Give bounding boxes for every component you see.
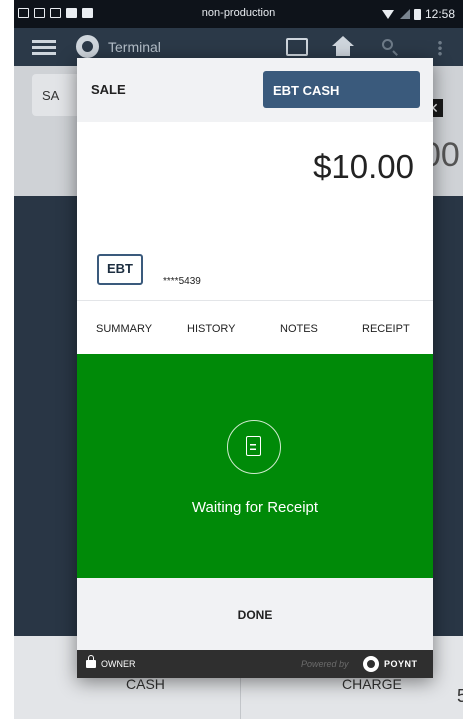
receipt-icon: [227, 420, 281, 474]
receipt-document-icon: [246, 436, 261, 456]
tab-notes[interactable]: NOTES: [280, 323, 318, 335]
status-bar: non-production 12:58: [14, 0, 463, 28]
status-panel: Waiting for Receipt: [77, 354, 433, 578]
powered-by-label: Powered by: [301, 659, 349, 669]
dialog-header: SALE EBT CASH: [77, 58, 433, 122]
lock-icon: [86, 655, 96, 668]
wifi-icon: [381, 9, 394, 19]
dialog-footer: OWNER Powered by POYNT: [77, 650, 433, 678]
poynt-logo-icon: [76, 35, 99, 58]
done-button[interactable]: DONE: [77, 578, 433, 650]
device-screen: non-production 12:58 Terminal SA ✕ 00 CA…: [14, 0, 463, 719]
masked-card-number: ****5439: [163, 276, 201, 287]
search-icon[interactable]: [382, 39, 393, 50]
background-corner-digit: 5: [456, 686, 463, 706]
tab-history[interactable]: HISTORY: [187, 323, 236, 335]
background-cash-button: CASH: [126, 676, 165, 692]
status-message: Waiting for Receipt: [191, 499, 319, 516]
payment-type-badge: EBT CASH: [263, 71, 420, 108]
more-icon[interactable]: [438, 40, 442, 56]
signal-icon: [399, 9, 410, 19]
battery-icon: [413, 8, 421, 20]
tab-receipt[interactable]: RECEIPT: [362, 323, 410, 335]
owner-label: OWNER: [101, 659, 136, 669]
dialog-tabs: SUMMARY HISTORY NOTES RECEIPT: [77, 300, 433, 354]
brand-label: POYNT: [384, 659, 418, 669]
background-charge-button: CHARGE: [342, 676, 402, 692]
clock: 12:58: [424, 7, 455, 21]
status-right: 12:58: [381, 7, 455, 21]
ebt-card-icon: EBT: [97, 254, 143, 285]
hamburger-icon[interactable]: [32, 40, 56, 55]
transaction-dialog: SALE EBT CASH $10.00 EBT ****5439 SUMMAR…: [77, 58, 433, 678]
transaction-type-label: SALE: [91, 82, 126, 97]
transaction-amount: $10.00: [313, 148, 414, 185]
poynt-mark-icon: [363, 656, 379, 672]
app-title: Terminal: [108, 39, 161, 55]
home-icon[interactable]: [332, 36, 354, 56]
register-icon[interactable]: [286, 38, 308, 56]
tab-summary[interactable]: SUMMARY: [96, 323, 152, 335]
